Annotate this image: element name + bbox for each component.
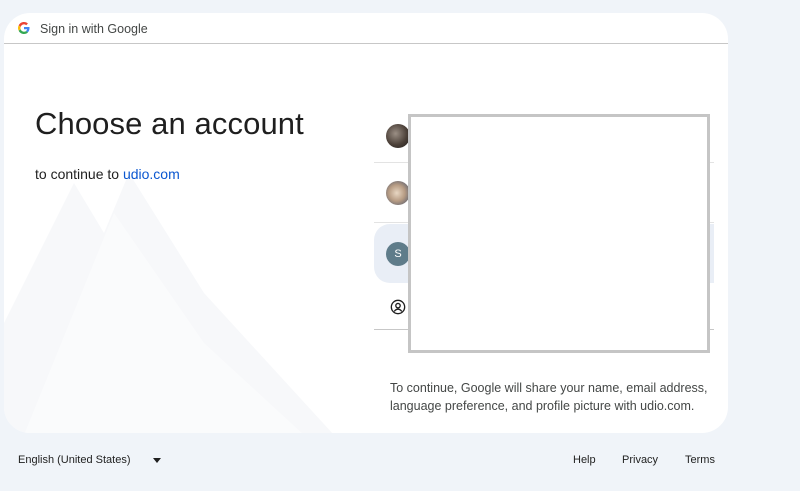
- privacy-link[interactable]: Privacy: [622, 454, 658, 466]
- account-circle-icon: [390, 299, 406, 315]
- consent-text: To continue, Google will share your name…: [390, 381, 708, 413]
- language-selector[interactable]: English (United States): [18, 454, 131, 466]
- letter-avatar: S: [386, 242, 410, 266]
- subtitle: to continue to udio.com: [35, 166, 180, 182]
- subtitle-prefix: to continue to: [35, 166, 123, 182]
- card-header: Sign in with Google: [4, 13, 728, 44]
- header-title: Sign in with Google: [40, 22, 148, 36]
- redacted-region: [408, 114, 710, 353]
- help-link[interactable]: Help: [573, 454, 596, 466]
- chevron-down-icon[interactable]: [153, 458, 161, 463]
- user-photo-avatar: [386, 124, 410, 148]
- google-g-icon: [18, 22, 30, 34]
- app-domain-link[interactable]: udio.com: [123, 166, 180, 182]
- terms-link[interactable]: Terms: [685, 454, 715, 466]
- background-mountains: [4, 173, 333, 433]
- user-photo-avatar: [386, 181, 410, 205]
- page-title: Choose an account: [35, 106, 304, 141]
